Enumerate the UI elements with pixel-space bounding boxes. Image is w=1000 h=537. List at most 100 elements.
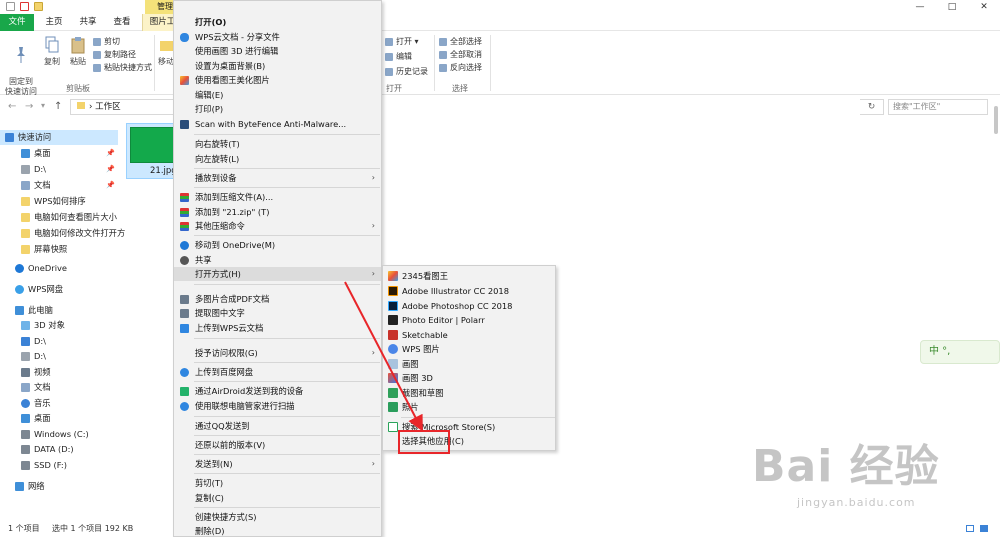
nav-item-d-drive[interactable]: DATA (D:) (0, 442, 74, 457)
menu-item-send-to[interactable]: 发送到(N) › (174, 457, 381, 471)
folder-icon[interactable] (34, 2, 43, 11)
nav-item-d-drive[interactable]: D:\ (0, 334, 46, 349)
menu-item-baidu-upload[interactable]: 上传到百度网盘 (174, 365, 381, 379)
tab-file[interactable]: 文件 (0, 14, 34, 31)
menu-item-grant-access[interactable]: 授予访问权限(G) › (174, 346, 381, 360)
menu-item-lenovo-scan[interactable]: 使用联想电脑管家进行扫描 (174, 399, 381, 413)
menu-item-rotate-right[interactable]: 向右旋转(T) (174, 137, 381, 151)
nav-item-c-drive[interactable]: Windows (C:) (0, 427, 89, 442)
move-to-button[interactable]: 移动 (158, 36, 174, 67)
nav-item-documents[interactable]: 文档 📌 (0, 178, 118, 193)
select-all-button[interactable]: 全部选择 (439, 35, 482, 48)
nav-item-network[interactable]: 网络 (0, 479, 45, 494)
app-wps-picture[interactable]: WPS 图片 (383, 342, 555, 356)
minimize-button[interactable]: — (905, 0, 935, 14)
app-2345-viewer[interactable]: 2345看图王 (383, 269, 555, 283)
menu-item-add-zip[interactable]: 添加到 "21.zip" (T) (174, 205, 381, 219)
nav-item-this-pc[interactable]: 此电脑 (0, 303, 53, 318)
close-button[interactable]: ✕ (969, 0, 999, 14)
quick-access-icon[interactable] (6, 2, 15, 11)
cut-button[interactable]: 剪切 (93, 35, 120, 48)
menu-item-print[interactable]: 打印(P) (174, 102, 381, 116)
back-button[interactable]: ← (8, 101, 16, 112)
nav-item-f-drive[interactable]: SSD (F:) (0, 458, 67, 473)
menu-item-open[interactable]: 打开(O) (174, 15, 381, 29)
tab-share[interactable]: 共享 (74, 14, 102, 31)
menu-item-paint3d[interactable]: 使用画图 3D 进行编辑 (174, 44, 381, 58)
nav-item-videos[interactable]: 视频 (0, 365, 51, 380)
menu-item-airdroid[interactable]: 通过AirDroid发送到我的设备 (174, 384, 381, 398)
nav-item-music[interactable]: 音乐 (0, 396, 51, 411)
nav-item-quick-access[interactable]: 快速访问 (0, 130, 118, 145)
menu-item-move-onedrive[interactable]: 移动到 OneDrive(M) (174, 238, 381, 252)
properties-icon[interactable] (20, 2, 29, 11)
app-photoshop[interactable]: Adobe Photoshop CC 2018 (383, 299, 555, 313)
ribbon-separator (154, 35, 155, 91)
copy-button[interactable]: 复制 (40, 36, 64, 67)
invert-selection-button[interactable]: 反向选择 (439, 61, 482, 74)
nav-item-folder[interactable]: WPS如何排序 (0, 194, 86, 209)
nav-item-desktop[interactable]: 桌面 📌 (0, 146, 118, 161)
nav-item-desktop[interactable]: 桌面 (0, 411, 51, 426)
open-button[interactable]: 打开 ▾ (385, 35, 419, 48)
edit-button[interactable]: 编辑 (385, 50, 412, 63)
menu-item-set-wallpaper[interactable]: 设置为桌面背景(B) (174, 59, 381, 73)
select-none-button[interactable]: 全部取消 (439, 48, 482, 61)
nav-item-d-drive[interactable]: D:\ 📌 (0, 162, 118, 177)
tab-view[interactable]: 查看 (108, 14, 136, 31)
app-snip-sketch[interactable]: 截图和草图 (383, 386, 555, 400)
up-button[interactable]: ↑ (54, 101, 62, 112)
menu-item-qq-send[interactable]: 通过QQ发送到 (174, 419, 381, 433)
paste-button[interactable]: 粘贴 (66, 36, 90, 67)
history-button[interactable]: 历史记录 (385, 65, 428, 78)
menu-item-more-compress[interactable]: 其他压缩命令 › (174, 219, 381, 233)
pin-quick-access-button[interactable]: 固定到 快速访问 (4, 36, 38, 97)
nav-item-d-drive[interactable]: D:\ (0, 349, 46, 364)
maximize-button[interactable]: □ (937, 0, 967, 14)
scrollbar[interactable] (992, 100, 1000, 520)
menu-item-extract-text[interactable]: 提取图中文字 (174, 306, 381, 320)
file-thumbnail[interactable] (130, 127, 178, 163)
copy-path-button[interactable]: 复制路径 (93, 48, 136, 61)
nav-item-wps-drive[interactable]: WPS网盘 (0, 282, 63, 297)
menu-item-add-archive[interactable]: 添加到压缩文件(A)... (174, 190, 381, 204)
menu-item-delete[interactable]: 删除(D) (174, 524, 381, 537)
scrollbar-thumb[interactable] (994, 106, 998, 134)
menu-item-beautify[interactable]: 使用看图王美化图片 (174, 73, 381, 87)
ime-toolbar[interactable]: 中 °, (920, 340, 1000, 364)
search-input[interactable]: 搜索"工作区" (888, 99, 988, 115)
menu-item-cut[interactable]: 剪切(T) (174, 476, 381, 490)
paste-shortcut-button[interactable]: 粘贴快捷方式 (93, 61, 152, 74)
app-sketchable[interactable]: Sketchable (383, 328, 555, 342)
nav-item-label: 3D 对象 (34, 320, 65, 330)
address-path[interactable]: › 工作区 (70, 99, 185, 115)
menu-item-open-with[interactable]: 打开方式(H) › (174, 267, 381, 281)
menu-item-cast-to-device[interactable]: 播放到设备 › (174, 171, 381, 185)
nav-item-folder[interactable]: 电脑如何修改文件打开方 (0, 226, 125, 241)
nav-item-label: OneDrive (28, 263, 68, 273)
menu-item-upload-wps[interactable]: 上传到WPS云文档 (174, 321, 381, 335)
recent-dropdown[interactable]: ▾ (41, 101, 45, 110)
menu-item-edit[interactable]: 编辑(E) (174, 88, 381, 102)
menu-item-restore-version[interactable]: 还原以前的版本(V) (174, 438, 381, 452)
menu-item-merge-pdf[interactable]: 多图片合成PDF文档 (174, 292, 381, 306)
app-illustrator[interactable]: Adobe Illustrator CC 2018 (383, 284, 555, 298)
menu-item-bytefence-scan[interactable]: Scan with ByteFence Anti-Malware... (174, 117, 381, 131)
menu-item-rotate-left[interactable]: 向左旋转(L) (174, 152, 381, 166)
menu-item-wps-share[interactable]: WPS云文档 - 分享文件 (174, 30, 381, 44)
app-polarr[interactable]: Photo Editor | Polarr (383, 313, 555, 327)
forward-button[interactable]: → (25, 101, 33, 112)
menu-item-share[interactable]: 共享 (174, 253, 381, 267)
menu-item-create-shortcut[interactable]: 创建快捷方式(S) (174, 510, 381, 524)
app-photos[interactable]: 照片 (383, 400, 555, 414)
menu-item-copy[interactable]: 复制(C) (174, 491, 381, 505)
app-paint3d[interactable]: 画图 3D (383, 371, 555, 385)
nav-item-3d-objects[interactable]: 3D 对象 (0, 318, 65, 333)
nav-item-folder[interactable]: 电脑如何查看图片大小 (0, 210, 117, 225)
nav-item-folder[interactable]: 屏幕快照 (0, 242, 67, 257)
nav-item-onedrive[interactable]: OneDrive (0, 261, 67, 276)
nav-item-documents[interactable]: 文档 (0, 380, 51, 395)
tab-home[interactable]: 主页 (40, 14, 68, 31)
app-paint[interactable]: 画图 (383, 357, 555, 371)
refresh-button[interactable]: ↻ (860, 99, 884, 115)
